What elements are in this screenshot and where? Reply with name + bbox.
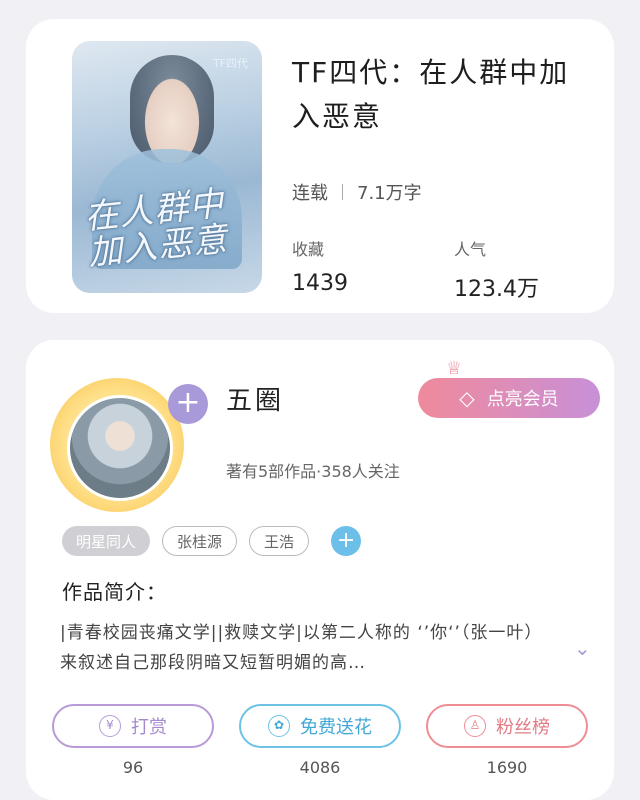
tag-item[interactable]: 王浩 [249, 526, 310, 556]
tag-item[interactable]: 明星同人 [62, 526, 151, 556]
favorites-label: 收藏 [292, 240, 325, 259]
crown-icon: ♕ [446, 358, 463, 379]
avatar [67, 395, 173, 501]
chevron-down-icon[interactable]: ⌄ [574, 636, 591, 660]
reward-count: 96 [122, 758, 144, 777]
cover-figure [130, 55, 214, 163]
book-cover[interactable]: TF四代 在人群中 加入恶意 [72, 41, 262, 293]
reward-button[interactable]: ¥ 打赏 [52, 704, 214, 748]
book-title: TF四代：在人群中加入恶意 [292, 56, 570, 133]
send-flower-label: 免费送花 [300, 717, 372, 738]
flower-icon: ✿ [268, 715, 290, 737]
book-meta: 连载 7.1万字 [292, 179, 422, 205]
follow-button[interactable]: + [168, 384, 208, 424]
intro-heading: 作品简介： [62, 580, 167, 604]
popularity-label: 人气 [454, 240, 487, 259]
add-tag-button[interactable]: + [331, 526, 362, 556]
book-status: 连载 [292, 183, 328, 204]
fan-ranking-button[interactable]: ♙ 粉丝榜 [426, 704, 588, 748]
reward-label: 打赏 [131, 717, 167, 738]
cover-mark: TF四代 [212, 57, 248, 70]
fan-ranking-label: 粉丝榜 [496, 717, 550, 738]
send-flower-button[interactable]: ✿ 免费送花 [239, 704, 401, 748]
favorites-value: 1439 [292, 271, 348, 296]
author-stats: 著有5部作品·358人关注 [226, 462, 400, 481]
fan-count: 1690 [486, 758, 528, 777]
popularity-value: 123.4万 [454, 277, 539, 302]
intro-text[interactable]: |青春校园丧痛文学||救赎文学|以第二人称的 ‘’你‘’（张一叶）来叙述自己那段… [60, 618, 550, 678]
tag-list: 明星同人 张桂源 王浩 + [62, 526, 362, 556]
book-info-card: TF四代 在人群中 加入恶意 TF四代：在人群中加入恶意 连载 7.1万字 收藏… [26, 19, 614, 313]
author-avatar[interactable] [50, 378, 184, 512]
vip-button[interactable]: ◇ 点亮会员 [418, 378, 600, 418]
diamond-icon: ◇ [459, 386, 475, 410]
word-count: 7.1万字 [357, 183, 422, 204]
flower-count: 4086 [299, 758, 341, 777]
yen-icon: ¥ [99, 715, 121, 737]
vip-label: 点亮会员 [486, 389, 559, 410]
user-icon: ♙ [464, 715, 486, 737]
author-name[interactable]: 五圈 [226, 380, 284, 417]
author-card: + 五圈 著有5部作品·358人关注 ♕ ◇ 点亮会员 明星同人 张桂源 王浩 … [26, 340, 614, 800]
divider [342, 184, 343, 200]
tag-item[interactable]: 张桂源 [162, 526, 238, 556]
